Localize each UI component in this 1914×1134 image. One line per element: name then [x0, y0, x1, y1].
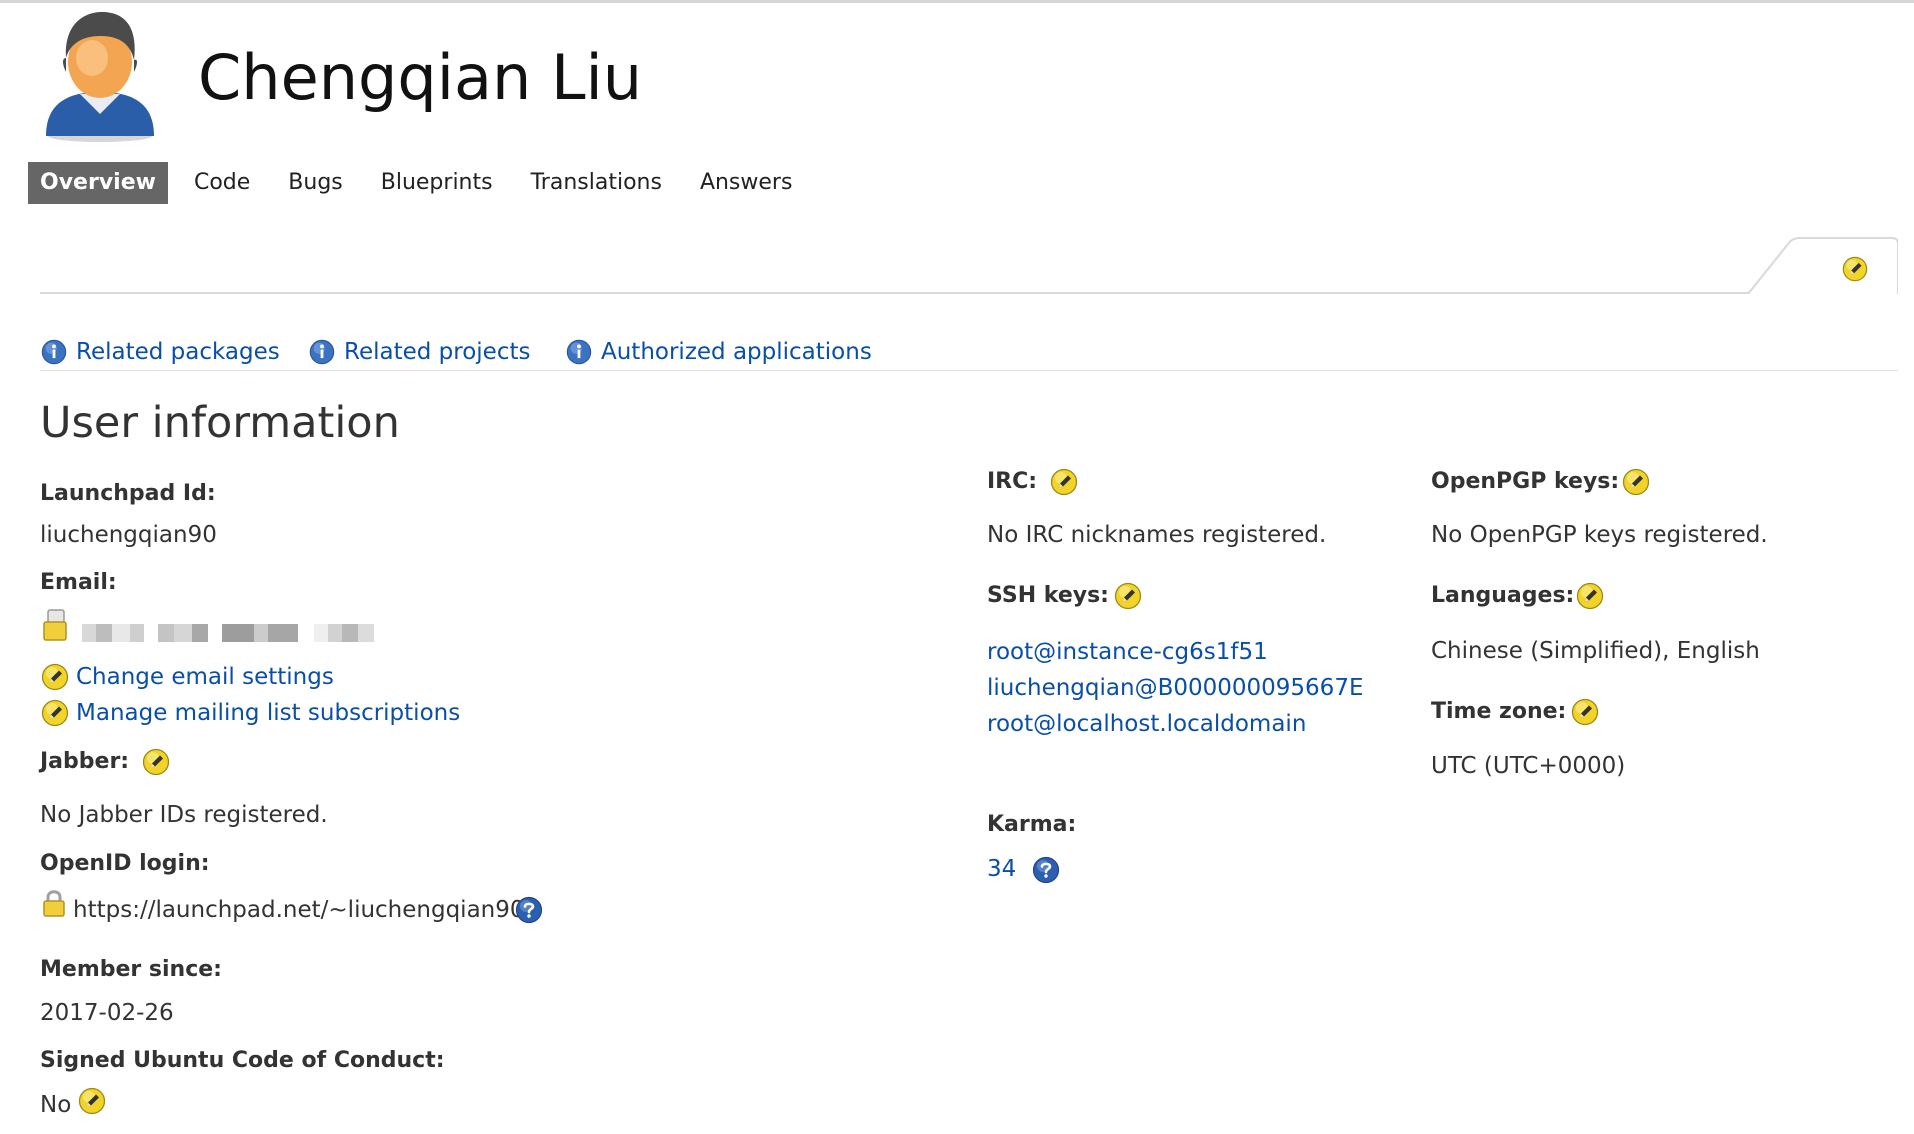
languages-value: Chinese (Simplified), English — [1431, 638, 1760, 664]
code-of-conduct-label: Signed Ubuntu Code of Conduct: — [40, 1048, 445, 1073]
openpgp-keys-label: OpenPGP keys: — [1431, 469, 1620, 494]
openid-value: https://launchpad.net/~liuchengqian90 — [73, 897, 525, 923]
ssh-key-link[interactable]: liuchengqian@B000000095667E — [987, 670, 1363, 706]
section-title: User information — [40, 398, 400, 448]
manage-mailing-icon — [40, 698, 70, 728]
tab-blueprints[interactable]: Blueprints — [362, 162, 512, 204]
top-border — [0, 0, 1914, 3]
info-icon — [308, 338, 336, 366]
karma-label: Karma: — [987, 812, 1077, 837]
email-icon — [43, 609, 67, 641]
change-email-link[interactable]: Change email settings — [76, 659, 334, 695]
edit-jabber-icon[interactable] — [141, 747, 171, 777]
email-address-redacted — [82, 624, 374, 642]
edit-time-zone-icon[interactable] — [1570, 697, 1600, 727]
authorized-applications-item: Authorized applications — [565, 337, 872, 367]
time-zone-label: Time zone: — [1431, 699, 1567, 724]
launchpad-id-label: Launchpad Id: — [40, 481, 216, 506]
karma-value-link[interactable]: 34 — [987, 851, 1016, 887]
time-zone-value: UTC (UTC+0000) — [1431, 753, 1626, 779]
manage-mailing-link[interactable]: Manage mailing list subscriptions — [76, 695, 460, 731]
member-since-label: Member since: — [40, 957, 222, 982]
email-label: Email: — [40, 570, 117, 595]
launchpad-id-value: liuchengqian90 — [40, 522, 217, 548]
edit-tab-shape — [1748, 237, 1898, 294]
profile-tabs: Overview Code Bugs Blueprints Translatio… — [28, 162, 811, 204]
ssh-key-link[interactable]: root@instance-cg6s1f51 — [987, 634, 1268, 670]
ssh-keys-label: SSH keys: — [987, 583, 1109, 608]
info-icon — [565, 338, 593, 366]
tab-overview[interactable]: Overview — [28, 162, 168, 204]
tab-code[interactable]: Code — [175, 162, 269, 204]
related-projects-item: Related projects — [308, 337, 530, 367]
openpgp-keys-value: No OpenPGP keys registered. — [1431, 522, 1768, 548]
edit-openpgp-keys-icon[interactable] — [1621, 467, 1651, 497]
related-packages-item: Related packages — [40, 337, 280, 367]
code-of-conduct-value: No — [40, 1092, 72, 1118]
info-icon — [40, 338, 68, 366]
tab-translations[interactable]: Translations — [512, 162, 681, 204]
openid-label: OpenID login: — [40, 851, 210, 876]
member-since-value: 2017-02-26 — [40, 1000, 174, 1026]
ssh-key-link[interactable]: root@localhost.localdomain — [987, 706, 1306, 742]
edit-profile-icon[interactable] — [1841, 255, 1869, 283]
tab-bugs[interactable]: Bugs — [269, 162, 361, 204]
person-name: Chengqian Liu — [198, 41, 643, 114]
edit-languages-icon[interactable] — [1575, 581, 1605, 611]
irc-label: IRC: — [987, 469, 1038, 494]
user-avatar — [46, 12, 154, 142]
lock-icon — [43, 890, 65, 917]
openid-help-icon[interactable] — [514, 895, 544, 925]
edit-ssh-keys-icon[interactable] — [1113, 581, 1143, 611]
tab-answers[interactable]: Answers — [681, 162, 812, 204]
edit-irc-icon[interactable] — [1049, 467, 1079, 497]
change-email-icon — [40, 662, 70, 692]
related-projects-link[interactable]: Related projects — [344, 337, 530, 367]
edit-code-of-conduct-icon[interactable] — [77, 1086, 107, 1116]
authorized-applications-link[interactable]: Authorized applications — [601, 337, 872, 367]
jabber-label: Jabber: — [40, 749, 130, 774]
header-divider — [40, 292, 1748, 294]
irc-value: No IRC nicknames registered. — [987, 522, 1327, 548]
languages-label: Languages: — [1431, 583, 1575, 608]
karma-help-icon[interactable] — [1031, 855, 1061, 885]
jabber-value: No Jabber IDs registered. — [40, 802, 328, 828]
links-divider — [40, 370, 1898, 371]
related-packages-link[interactable]: Related packages — [76, 337, 280, 367]
